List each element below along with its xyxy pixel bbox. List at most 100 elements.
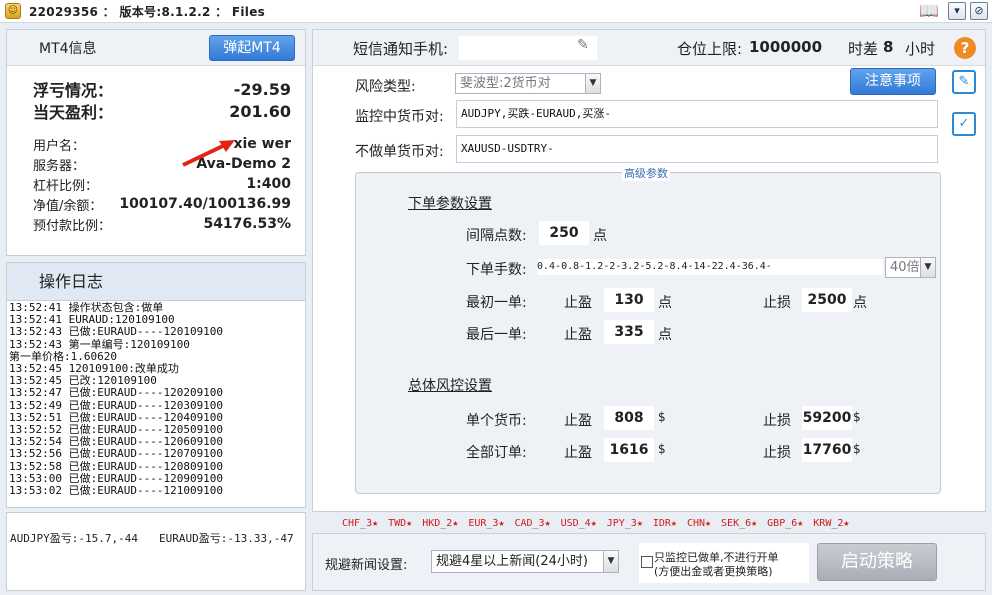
- popup-mt4-button[interactable]: 弹起MT4: [209, 34, 295, 61]
- log-entry: 13:52:54 已做:EURAUD----120609100: [9, 436, 224, 449]
- euraud-pnl: EURAUD盈亏:-13.33,-47: [159, 532, 294, 545]
- monitor-pairs-input[interactable]: AUDJPY,买跌-EURAUD,买涨-: [456, 100, 938, 128]
- single-tp-input[interactable]: 808: [604, 406, 654, 430]
- lots-multiplier-select[interactable]: 40倍 ▼: [885, 257, 936, 278]
- interval-unit: 点: [593, 228, 607, 244]
- lots-multiplier-value: 40倍: [890, 260, 920, 275]
- field-value: 100107.40/100136.99: [119, 196, 291, 212]
- notice-button[interactable]: 注意事项: [850, 68, 936, 95]
- all-sl-unit: $: [853, 442, 861, 456]
- field-value: 1:400: [246, 176, 291, 192]
- chevron-down-icon: ▼: [603, 551, 618, 572]
- pnl-summary: AUDJPY盈亏:-15.7,-44 EURAUD盈亏:-13.33,-47: [6, 512, 306, 591]
- floating-label: 浮亏情况：: [33, 81, 114, 100]
- last-tp-unit: 点: [658, 327, 672, 343]
- first-sl-unit: 点: [853, 295, 867, 311]
- field-label: 预付款比例：: [33, 218, 112, 234]
- exclude-label: 不做单货币对:: [355, 144, 444, 160]
- position-limit-label: 仓位上限:: [677, 40, 743, 58]
- bottom-bar: 规避新闻设置: 规避4星以上新闻(24小时) ▼ 只监控已做单,不进行开单 (方…: [312, 533, 986, 591]
- currency-item: TWD★: [388, 517, 413, 529]
- first-tp-input[interactable]: 130: [604, 288, 654, 312]
- single-sl-input[interactable]: 59200: [802, 406, 852, 430]
- all-sl-label: 止损: [763, 445, 791, 461]
- log-entry: 13:53:00 已做:EURAUD----120909100: [9, 472, 224, 485]
- log-entry: 第一单价格:1.60620: [9, 350, 117, 363]
- timezone-value: 8: [883, 38, 894, 56]
- edit-pencil-icon[interactable]: ✎: [577, 37, 589, 53]
- sms-label: 短信通知手机:: [353, 40, 449, 58]
- floating-row: 浮亏情况： -29.59: [33, 78, 291, 101]
- news-select[interactable]: 规避4星以上新闻(24小时) ▼: [431, 550, 619, 573]
- log-entry: 13:52:43 已做:EURAUD----120109100: [9, 326, 224, 339]
- currency-bar: CHF_3★ TWD★ HKD_2★ EUR_3★ CAD_3★ USD_4★ …: [312, 514, 986, 532]
- settings-panel: 短信通知手机: ✎ 仓位上限: 1000000 时差 8 小时 ? 风险类型: …: [312, 29, 986, 512]
- log-entry: 13:52:52 已做:EURAUD----120509100: [9, 424, 224, 437]
- first-sl-label: 止损: [763, 295, 791, 311]
- account-panel-header: MT4信息 弹起MT4: [7, 30, 305, 66]
- single-tp-label: 止盈: [564, 413, 592, 429]
- all-tp-input[interactable]: 1616: [604, 438, 654, 462]
- advanced-params-group: 高级参数 下单参数设置 间隔点数: 250 点 下单手数: 0.4-0.8-1.…: [355, 165, 941, 494]
- account-field-row: 用户名： xie wer: [33, 134, 291, 154]
- exclude-pairs-input[interactable]: XAUUSD-USDTRY-: [456, 135, 938, 163]
- account-panel-title: MT4信息: [39, 40, 97, 57]
- interval-input[interactable]: 250: [539, 221, 589, 245]
- close-button[interactable]: ⊘: [970, 2, 988, 20]
- start-strategy-button[interactable]: 启动策略: [817, 543, 937, 581]
- timezone-label: 时差: [848, 40, 879, 58]
- chevron-down-icon: ▼: [920, 258, 935, 277]
- account-field-row: 预付款比例： 54176.53%: [33, 214, 291, 234]
- account-panel: MT4信息 弹起MT4 浮亏情况： -29.59 当天盈利： 201.60 用户…: [6, 29, 306, 256]
- first-order-label: 最初一单:: [466, 295, 527, 311]
- first-sl-input[interactable]: 2500: [802, 288, 852, 312]
- log-entry: 13:52:58 已做:EURAUD----120809100: [9, 460, 224, 473]
- audjpy-pnl: AUDJPY盈亏:-15.7,-44: [10, 532, 138, 545]
- today-profit-label: 当天盈利：: [33, 103, 114, 122]
- last-tp-input[interactable]: 335: [604, 320, 654, 344]
- window-controls: 📖 ▾ ⊘: [914, 2, 988, 20]
- interval-label: 间隔点数:: [466, 228, 527, 244]
- single-sl-unit: $: [853, 410, 861, 424]
- field-value: 54176.53%: [203, 216, 291, 232]
- all-sl-input[interactable]: 17760: [802, 438, 852, 462]
- monitor-only-option[interactable]: 只监控已做单,不进行开单 (方便出金或者更换策略): [639, 543, 809, 583]
- lots-input[interactable]: 0.4-0.8-1.2-2-3.2-5.2-8.4-14-22.4-36.4-: [537, 259, 883, 275]
- timezone-unit: 小时: [905, 40, 936, 58]
- today-profit-row: 当天盈利： 201.60: [33, 100, 291, 123]
- news-label: 规避新闻设置:: [325, 558, 408, 573]
- lots-label: 下单手数:: [466, 262, 527, 278]
- monitor-label: 监控中货币对:: [355, 109, 444, 125]
- currency-item: IDR★: [652, 517, 677, 529]
- all-tp-unit: $: [658, 442, 666, 456]
- skin-book-icon[interactable]: 📖: [914, 2, 944, 20]
- currency-item: USD_4★: [560, 517, 597, 529]
- account-field-row: 净值/余额： 100107.40/100136.99: [33, 194, 291, 214]
- all-tp-label: 止盈: [564, 445, 592, 461]
- currency-item: HKD_2★: [422, 517, 459, 529]
- currency-item: GBP_6★: [767, 517, 804, 529]
- all-orders-label: 全部订单:: [466, 445, 527, 461]
- currency-item: JPY_3★: [606, 517, 643, 529]
- log-entry: 13:52:45 120109100:改单成功: [9, 363, 179, 376]
- field-label: 净值/余额：: [33, 198, 103, 214]
- currency-item: CHF_3★: [342, 517, 379, 529]
- single-tp-unit: $: [658, 410, 666, 424]
- risk-type-select[interactable]: 斐波型:2货币对 ▼: [455, 73, 601, 94]
- monitor-only-checkbox[interactable]: [641, 556, 653, 568]
- field-label: 服务器：: [33, 158, 86, 174]
- log-list[interactable]: 13:52:41 操作状态包含:做单 13:52:41 EURAUD:12010…: [7, 301, 305, 497]
- risk-section-title: 总体风控设置: [408, 378, 492, 394]
- single-sl-label: 止损: [763, 413, 791, 429]
- currency-item: CAD_3★: [514, 517, 551, 529]
- last-tp-label: 止盈: [564, 327, 592, 343]
- window-title: 22029356 ： 版本号:8.1.2.2 ： Files: [29, 4, 266, 19]
- edit-note-icon[interactable]: ✎: [952, 70, 976, 94]
- help-icon[interactable]: ?: [954, 37, 976, 59]
- minimize-button[interactable]: ▾: [948, 2, 966, 20]
- field-label: 用户名：: [33, 138, 86, 154]
- monitor-check-icon[interactable]: ✓: [952, 112, 976, 136]
- log-panel: 操作日志 13:52:41 操作状态包含:做单 13:52:41 EURAUD:…: [6, 262, 306, 508]
- log-entry: 13:53:02 已做:EURAUD----121009100: [9, 485, 224, 498]
- news-select-value: 规避4星以上新闻(24小时): [436, 554, 588, 569]
